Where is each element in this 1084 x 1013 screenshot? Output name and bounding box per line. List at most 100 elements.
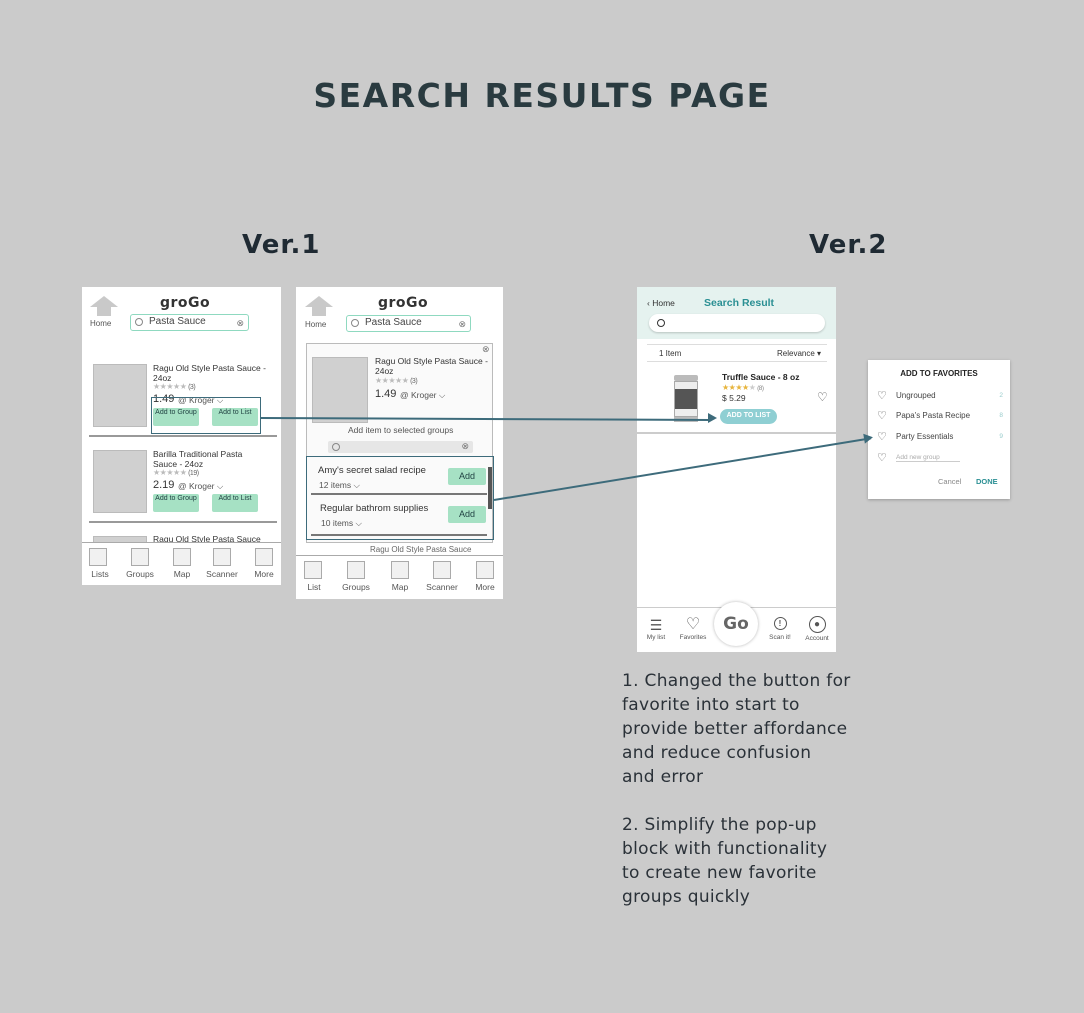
groups-icon xyxy=(131,548,149,566)
search-input[interactable]: Pasta Sauce ⊗ xyxy=(130,314,249,331)
group-count: 2 xyxy=(999,392,1003,399)
done-button[interactable]: DONE xyxy=(976,477,998,486)
scan-icon: ! xyxy=(773,617,787,630)
close-icon[interactable]: ⊗ xyxy=(482,344,490,355)
tab-label: Account xyxy=(805,635,829,642)
heart-icon: ♡ xyxy=(877,410,887,422)
tab-favorites[interactable]: ♡ Favorites xyxy=(675,617,711,642)
tab-label: More xyxy=(254,569,274,579)
store-name: @ Kroger xyxy=(178,481,215,491)
store-select[interactable]: @ Kroger ⌵ xyxy=(400,390,445,401)
back-button[interactable]: ‹ Home xyxy=(647,298,675,308)
home-icon[interactable] xyxy=(90,296,118,316)
sort-label: Relevance xyxy=(777,349,815,358)
tab-label: Map xyxy=(391,582,409,592)
product-image[interactable] xyxy=(93,364,147,427)
tab-lists[interactable]: Lists xyxy=(89,548,111,579)
search-input[interactable] xyxy=(649,314,825,332)
map-icon xyxy=(173,548,191,566)
sort-dropdown[interactable]: Relevance ▾ xyxy=(777,349,821,358)
tab-account[interactable]: ● Account xyxy=(802,616,832,642)
tab-label: Groups xyxy=(342,582,370,592)
v1-screen-a: Home groGo Pasta Sauce ⊗ Ragu Old Style … xyxy=(82,287,281,585)
tab-label: List xyxy=(307,582,321,592)
tab-groups[interactable]: Groups xyxy=(340,561,372,592)
search-icon xyxy=(351,319,359,327)
product-name[interactable]: Barilla Traditional Pasta Sauce - 24oz xyxy=(153,449,263,469)
group-search-input[interactable]: ⊗ xyxy=(328,441,473,453)
product-name[interactable]: Ragu Old Style Pasta Sauce - 24oz xyxy=(153,363,271,383)
tab-scan[interactable]: ! Scan it! xyxy=(765,617,795,641)
heart-icon: ♡ xyxy=(877,452,887,464)
product-image xyxy=(312,357,368,423)
tab-label: Groups xyxy=(126,569,154,579)
new-group-row[interactable]: ♡ Add new group xyxy=(877,451,1003,464)
search-query: Pasta Sauce xyxy=(365,317,422,328)
product-price: 1.49 xyxy=(375,388,397,400)
tab-more[interactable]: More xyxy=(252,548,276,579)
heart-icon: ♡ xyxy=(877,431,887,443)
home-icon[interactable] xyxy=(305,296,333,316)
product-image[interactable] xyxy=(674,375,698,423)
list-icon xyxy=(304,561,322,579)
tab-label: Favorites xyxy=(679,634,707,641)
tab-bar: Lists Groups Map Scanner More xyxy=(82,542,281,585)
tab-bar: List Groups Map Scanner More xyxy=(296,555,503,599)
cancel-button[interactable]: Cancel xyxy=(938,477,961,486)
clear-icon[interactable]: ⊗ xyxy=(458,317,466,331)
divider xyxy=(637,432,836,434)
favorite-group-row[interactable]: ♡ Papa's Pasta Recipe 8 xyxy=(877,409,1003,422)
store-select[interactable]: @ Kroger ⌵ xyxy=(178,481,223,492)
account-icon: ● xyxy=(808,616,826,633)
product-name-peek: Ragu Old Style Pasta Sauce xyxy=(370,545,472,554)
rating-stars: ★★★★★ (3) xyxy=(153,382,196,391)
back-label: Home xyxy=(652,298,675,308)
popup-title: ADD TO FAVORITES xyxy=(900,369,978,378)
tab-more[interactable]: More xyxy=(473,561,497,592)
product-name[interactable]: Truffle Sauce - 8 oz xyxy=(722,372,799,382)
tab-groups[interactable]: Groups xyxy=(124,548,156,579)
popup-prompt: Add item to selected groups xyxy=(348,425,454,435)
favorite-group-row[interactable]: ♡ Ungrouped 2 xyxy=(877,389,1003,402)
clear-icon[interactable]: ⊗ xyxy=(236,316,244,330)
clear-icon[interactable]: ⊗ xyxy=(461,441,469,452)
group-name: Party Essentials xyxy=(896,432,954,441)
tab-label: My list xyxy=(646,634,666,641)
group-count: 9 xyxy=(999,433,1003,440)
go-button[interactable]: Go xyxy=(714,602,758,646)
new-group-input[interactable]: Add new group xyxy=(896,454,960,462)
group-name: Ungrouped xyxy=(896,391,936,400)
home-label[interactable]: Home xyxy=(90,319,111,328)
search-icon xyxy=(657,319,665,327)
page-title-v2: Search Result xyxy=(704,297,775,309)
tab-map[interactable]: Map xyxy=(171,548,193,579)
add-to-list-button[interactable]: Add to List xyxy=(212,494,258,512)
favorite-group-row[interactable]: ♡ Party Essentials 9 xyxy=(877,430,1003,443)
scanner-icon xyxy=(433,561,451,579)
more-icon xyxy=(255,548,273,566)
tab-scanner[interactable]: Scanner xyxy=(204,548,240,579)
tab-label: More xyxy=(475,582,495,592)
store-name: @ Kroger xyxy=(400,390,437,400)
rating-stars: ★★★★★ (8) xyxy=(722,383,764,392)
search-input[interactable]: Pasta Sauce ⊗ xyxy=(346,315,471,332)
tab-label: Lists xyxy=(91,569,109,579)
group-name: Papa's Pasta Recipe xyxy=(896,411,971,420)
add-to-group-button[interactable]: Add to Group xyxy=(153,494,199,512)
product-name: Ragu Old Style Pasta Sauce - 24oz xyxy=(375,356,488,376)
product-image[interactable] xyxy=(93,450,147,513)
product-price: 2.19 xyxy=(153,479,175,491)
review-count: (19) xyxy=(188,470,199,477)
tab-map[interactable]: Map xyxy=(389,561,411,592)
add-to-list-button[interactable]: ADD TO LIST xyxy=(720,409,777,424)
tab-my-list[interactable]: ☰ My list xyxy=(642,618,670,641)
tab-list[interactable]: List xyxy=(304,561,324,592)
rating-stars: ★★★★★ (19) xyxy=(153,468,199,477)
tab-scanner[interactable]: Scanner xyxy=(424,561,460,592)
tab-label: Scanner xyxy=(206,569,238,579)
home-label[interactable]: Home xyxy=(305,320,326,329)
favorite-heart-icon[interactable]: ♡ xyxy=(817,390,828,404)
group-count: 8 xyxy=(999,412,1003,419)
add-to-favorites-popup: ADD TO FAVORITES ♡ Ungrouped 2 ♡ Papa's … xyxy=(868,360,1010,499)
app-logo: groGo xyxy=(378,295,429,311)
